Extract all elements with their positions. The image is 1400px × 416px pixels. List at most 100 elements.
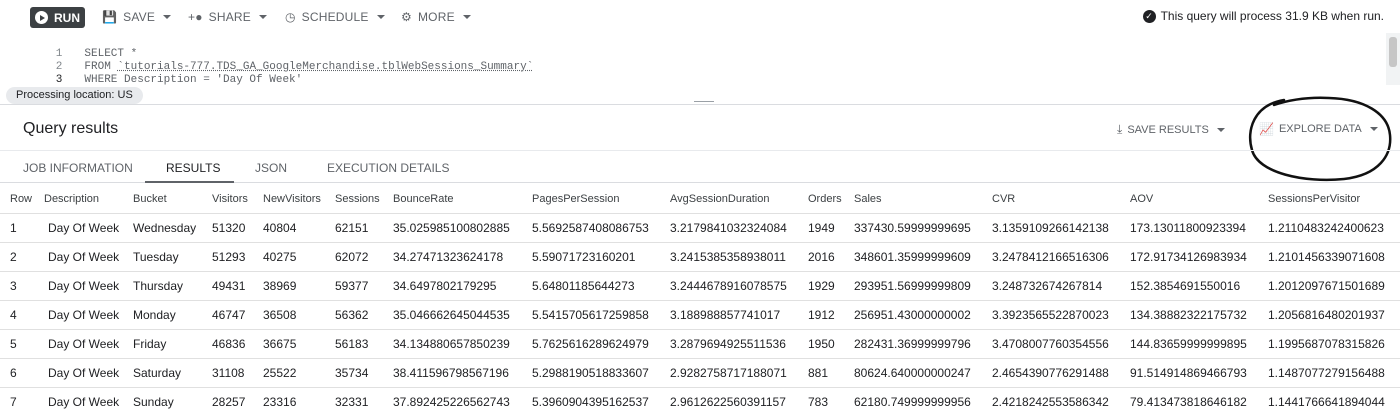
chevron-down-icon <box>163 15 171 19</box>
table-cell: 881 <box>798 358 844 387</box>
processing-location-chip: Processing location: US <box>6 87 143 104</box>
table-cell: 38.411596798567196 <box>383 358 522 387</box>
table-row[interactable]: 7 Day Of Week Sunday 28257 23316 32331 37.8924… <box>0 387 1400 416</box>
share-label: SHARE <box>209 10 251 24</box>
table-cell: 37.892425226562743 <box>383 387 522 416</box>
table-cell: 31108 <box>202 358 253 387</box>
table-cell: Saturday <box>123 358 202 387</box>
table-cell: 783 <box>798 387 844 416</box>
table-cell: 36675 <box>253 329 325 358</box>
tab-results[interactable]: RESULTS <box>166 161 220 175</box>
table-cell: 5.59071723160201 <box>522 242 660 271</box>
line-number: 3 <box>26 74 84 87</box>
results-table: Row Description Bucket Visitors NewVisitors S… <box>0 186 1400 416</box>
results-tabs: JOB INFORMATION RESULTS JSON EXECUTION D… <box>0 150 1400 183</box>
table-cell: 282431.36999999796 <box>844 329 982 358</box>
sql-editor[interactable]: 1 SELECT * 2 FROM `tutorials-777.TDS_GA_Go… <box>0 33 1400 83</box>
table-row[interactable]: 3 Day Of Week Thursday 49431 38969 59377 34.64… <box>0 271 1400 300</box>
tab-job-information[interactable]: JOB INFORMATION <box>23 161 133 175</box>
share-button[interactable]: +● SHARE <box>188 9 267 25</box>
query-toolbar: RUN 💾 SAVE +● SHARE ◷ SCHEDULE ⚙ MORE ✓ … <box>0 0 1400 33</box>
table-cell: 46747 <box>202 300 253 329</box>
more-button[interactable]: ⚙ MORE <box>401 9 471 25</box>
run-button[interactable]: RUN <box>30 7 85 28</box>
code-text: WHERE Description = 'Day Of Week' <box>84 74 302 86</box>
table-cell: 1.2101456339071608 <box>1258 242 1400 271</box>
save-results-button[interactable]: ⤓ SAVE RESULTS <box>1117 122 1225 137</box>
table-cell: 3.248732674267814 <box>982 271 1120 300</box>
table-row[interactable]: 6 Day Of Week Saturday 31108 25522 35734 38.41… <box>0 358 1400 387</box>
table-cell: 1929 <box>798 271 844 300</box>
table-cell: 56183 <box>325 329 383 358</box>
table-cell: Monday <box>123 300 202 329</box>
table-cell: 152.3854691550016 <box>1120 271 1258 300</box>
table-cell: 1949 <box>798 213 844 242</box>
table-cell: 3.2879694925511536 <box>660 329 798 358</box>
table-cell: 256951.43000000002 <box>844 300 982 329</box>
column-header: NewVisitors <box>253 186 325 213</box>
table-cell: 36508 <box>253 300 325 329</box>
table-cell: 144.83659999999895 <box>1120 329 1258 358</box>
chevron-down-icon <box>1217 128 1225 132</box>
table-cell: Tuesday <box>123 242 202 271</box>
table-cell: 62151 <box>325 213 383 242</box>
table-cell: 4 <box>0 300 34 329</box>
table-cell: 3.2415385358938011 <box>660 242 798 271</box>
editor-line: 2 FROM `tutorials-777.TDS_GA_GoogleMercha… <box>0 48 533 61</box>
table-cell: 3.2444678916078575 <box>660 271 798 300</box>
table-cell: 172.91734126983934 <box>1120 242 1258 271</box>
table-cell: 40275 <box>253 242 325 271</box>
tab-execution-details[interactable]: EXECUTION DETAILS <box>327 161 449 175</box>
save-button[interactable]: 💾 SAVE <box>102 9 171 25</box>
column-header: Sessions <box>325 186 383 213</box>
results-title: Query results <box>23 120 118 138</box>
tab-json[interactable]: JSON <box>255 161 287 175</box>
table-cell: 1.1441766641894044 <box>1258 387 1400 416</box>
schedule-button[interactable]: ◷ SCHEDULE <box>285 9 385 25</box>
table-cell: 1.2012097671501689 <box>1258 271 1400 300</box>
chevron-down-icon <box>377 15 385 19</box>
table-cell: 1.1995687078315826 <box>1258 329 1400 358</box>
check-circle-icon: ✓ <box>1143 10 1156 23</box>
table-cell: 5.5415705617259858 <box>522 300 660 329</box>
table-cell: Day Of Week <box>34 387 123 416</box>
table-cell: Sunday <box>123 387 202 416</box>
table-cell: 91.514914869466793 <box>1120 358 1258 387</box>
table-cell: 23316 <box>253 387 325 416</box>
table-cell: 7 <box>0 387 34 416</box>
table-cell: 25522 <box>253 358 325 387</box>
editor-scrollbar[interactable] <box>1386 33 1400 85</box>
table-cell: 62180.749999999956 <box>844 387 982 416</box>
download-icon: ⤓ <box>1117 122 1122 137</box>
table-cell: Thursday <box>123 271 202 300</box>
table-cell: 3.188988857741017 <box>660 300 798 329</box>
chevron-down-icon <box>463 15 471 19</box>
table-cell: 40804 <box>253 213 325 242</box>
explore-data-label: EXPLORE DATA <box>1279 123 1362 135</box>
table-cell: 1.2056816480201937 <box>1258 300 1400 329</box>
table-row[interactable]: 4 Day Of Week Monday 46747 36508 56362 35.0466… <box>0 300 1400 329</box>
save-icon: 💾 <box>102 10 117 24</box>
explore-data-button[interactable]: 📈 EXPLORE DATA <box>1259 122 1378 136</box>
play-icon <box>35 11 48 24</box>
table-cell: 5.64801185644273 <box>522 271 660 300</box>
divider <box>0 104 1400 105</box>
table-row[interactable]: 1 Day Of Week Wednesday 51320 40804 62151 35.0… <box>0 213 1400 242</box>
column-header: Bucket <box>123 186 202 213</box>
table-cell: Day Of Week <box>34 300 123 329</box>
table-cell: 1912 <box>798 300 844 329</box>
table-row[interactable]: 2 Day Of Week Tuesday 51293 40275 62072 34.274… <box>0 242 1400 271</box>
table-cell: 35.025985100802885 <box>383 213 522 242</box>
table-cell: Friday <box>123 329 202 358</box>
save-label: SAVE <box>123 10 155 24</box>
column-header: Description <box>34 186 123 213</box>
column-header: BounceRate <box>383 186 522 213</box>
table-cell: 3 <box>0 271 34 300</box>
editor-line: 1 SELECT * <box>0 35 137 48</box>
scrollbar-thumb[interactable] <box>1389 37 1397 67</box>
table-cell: 3.1359109266142138 <box>982 213 1120 242</box>
table-cell: 293951.56999999809 <box>844 271 982 300</box>
table-row[interactable]: 5 Day Of Week Friday 46836 36675 56183 34.1348… <box>0 329 1400 358</box>
table-cell: 56362 <box>325 300 383 329</box>
table-cell: 134.38882322175732 <box>1120 300 1258 329</box>
